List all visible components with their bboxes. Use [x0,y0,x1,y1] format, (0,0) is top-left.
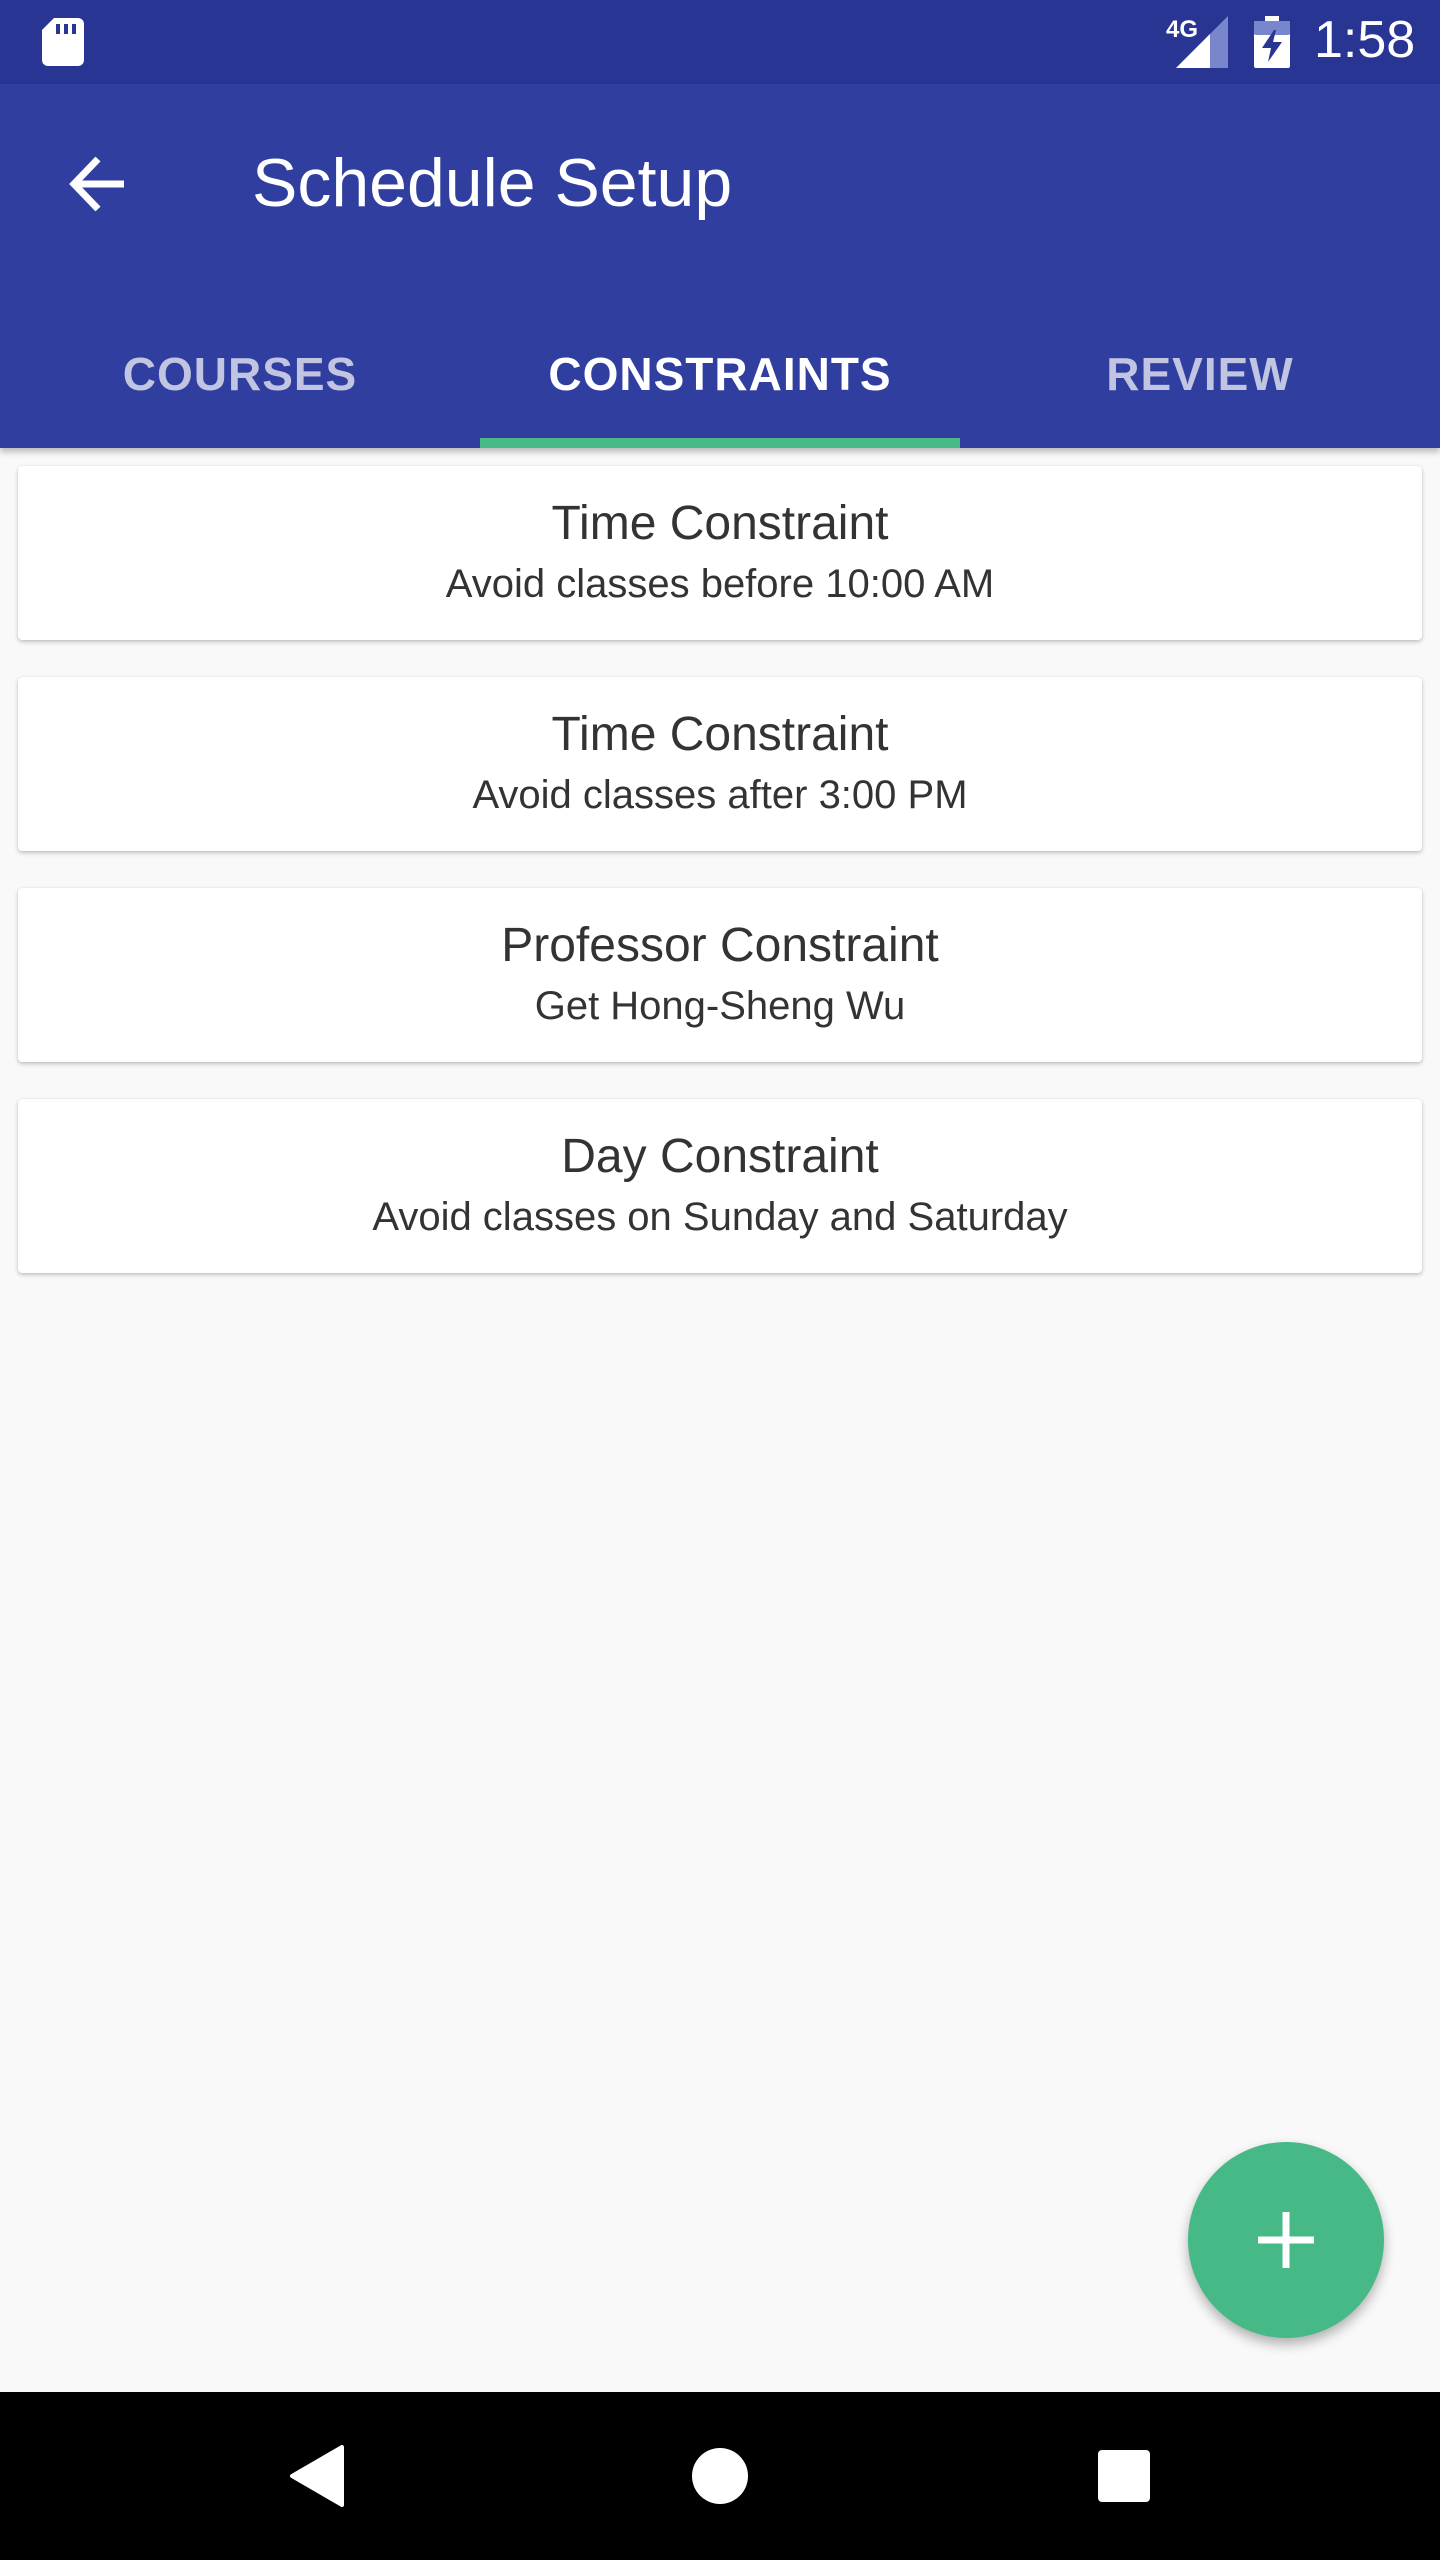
page-title: Schedule Setup [252,145,733,221]
screen: 4G 1:58 Schedule Setup COURSES CONSTRAIN… [0,0,1440,2560]
sd-card-icon [42,18,84,66]
constraint-title: Professor Constraint [501,919,939,972]
home-circle-icon [692,2448,748,2504]
tab-courses[interactable]: COURSES [0,320,480,448]
tab-indicator [480,438,960,448]
constraint-detail: Get Hong-Sheng Wu [534,984,906,1028]
constraint-title: Time Constraint [551,708,889,761]
back-button[interactable] [48,134,148,234]
nav-home-button[interactable] [680,2436,760,2516]
tab-label: COURSES [122,348,358,400]
tab-constraints[interactable]: CONSTRAINTS [480,320,960,448]
tab-label: REVIEW [1106,348,1294,400]
constraint-title: Day Constraint [561,1130,879,1183]
arrow-back-icon [69,156,124,212]
constraint-card[interactable]: Time Constraint Avoid classes after 3:00… [18,677,1422,851]
constraint-card[interactable]: Time Constraint Avoid classes before 10:… [18,466,1422,640]
navigation-bar [0,2392,1440,2560]
constraint-title: Time Constraint [551,497,889,550]
back-triangle-icon [290,2445,344,2507]
plus-icon [1258,2212,1314,2268]
tab-review[interactable]: REVIEW [960,320,1440,448]
app-bar: Schedule Setup COURSES CONSTRAINTS REVIE… [0,84,1440,448]
constraint-list: Time Constraint Avoid classes before 10:… [18,466,1422,1310]
constraint-detail: Avoid classes before 10:00 AM [445,562,995,606]
clock: 1:58 [1314,11,1416,69]
tab-label: CONSTRAINTS [548,348,892,400]
constraint-card[interactable]: Day Constraint Avoid classes on Sunday a… [18,1099,1422,1273]
constraint-card[interactable]: Professor Constraint Get Hong-Sheng Wu [18,888,1422,1062]
status-bar: 4G 1:58 [0,0,1440,84]
battery-charging-icon [1254,16,1290,68]
constraint-detail: Avoid classes on Sunday and Saturday [372,1195,1068,1239]
nav-recents-button[interactable] [1084,2436,1164,2516]
add-constraint-button[interactable] [1188,2142,1384,2338]
nav-back-button[interactable] [276,2436,356,2516]
tab-bar: COURSES CONSTRAINTS REVIEW [0,320,1440,448]
signal-icon [1176,16,1228,68]
recents-square-icon [1098,2450,1150,2502]
constraint-detail: Avoid classes after 3:00 PM [472,773,968,817]
